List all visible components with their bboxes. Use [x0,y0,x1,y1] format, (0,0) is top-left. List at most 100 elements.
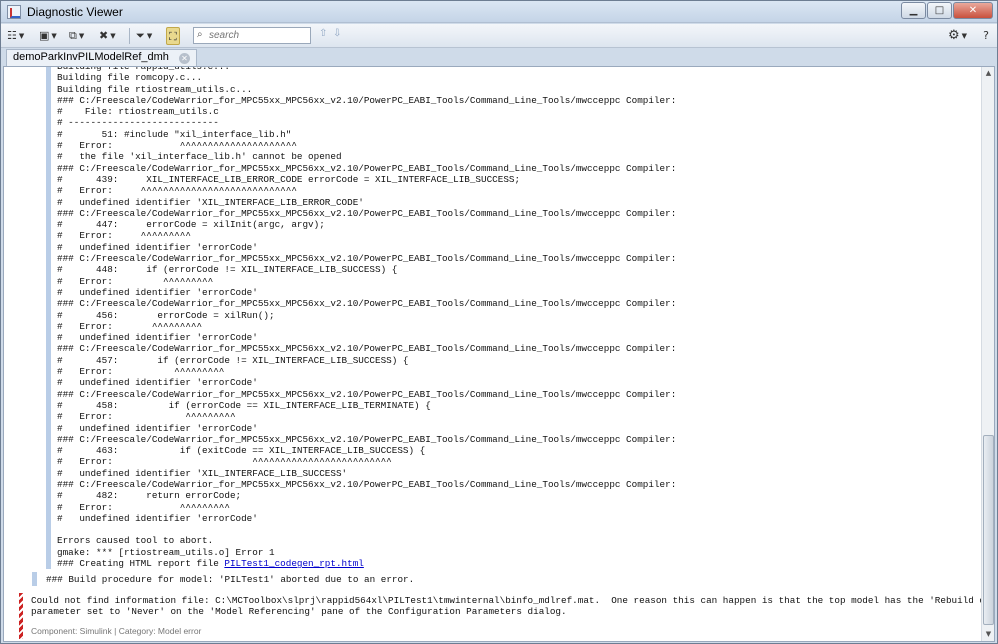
window-controls: ▁ □ ✕ [901,2,993,19]
save-button[interactable]: ▣ ▼ [39,27,57,45]
chevron-down-icon: ▼ [18,32,25,40]
log-line: ### C:/Freescale/CodeWarrior_for_MPC55xx… [57,388,677,400]
log-line: ### C:/Freescale/CodeWarrior_for_MPC55xx… [57,478,677,490]
log-line: # undefined identifier 'errorCode' [57,377,258,389]
previous-result-icon[interactable]: ⇧ [319,28,327,39]
save-icon: ▣ [39,29,50,42]
tab-bar: demoParkInvPILModelRef_dmh ✕ [1,49,997,66]
log-line: ### C:/Freescale/CodeWarrior_for_MPC55xx… [57,253,677,265]
log-line: # Error: ^^^^^^^^^ [57,501,230,513]
log-line: # Error: ^^^^^^^^^ [57,411,236,423]
chevron-down-icon: ▼ [51,32,57,40]
title-bar: Diagnostic Viewer ▁ □ ✕ [1,1,997,23]
log-line: # 463: if (exitCode == XIL_INTERFACE_LIB… [57,445,426,457]
log-line: # 448: if (errorCode != XIL_INTERFACE_LI… [57,264,398,276]
log-line: # Error: ^^^^^^^^^ [57,366,225,378]
log-line: # Error: ^^^^^^^^^^^^^^^^^^^^^ [57,140,297,152]
error-category: Component: Simulink | Category: Model er… [31,626,202,636]
help-button[interactable]: ? [983,27,989,45]
clear-icon: ✖ [99,29,109,42]
log-line: # Error: ^^^^^^^^^ [57,230,191,242]
search-input[interactable] [209,29,307,42]
close-tab-icon[interactable]: ✕ [178,53,190,64]
error-text: Could not find information file: C:\MCTo… [31,595,995,618]
log-line: # Error: ^^^^^^^^^ [57,275,214,287]
scroll-down-icon[interactable]: ▼ [983,629,994,640]
log-line: # 51: #include "xil_interface_lib.h" [57,128,292,140]
next-result-icon[interactable]: ⇩ [333,28,341,39]
chevron-down-icon: ▼ [78,32,85,40]
close-button[interactable]: ✕ [953,2,993,19]
log-line: Errors caused tool to abort. [57,535,214,547]
log-line: # undefined identifier 'XIL_INTERFACE_LI… [57,467,348,479]
log-line: # undefined identifier 'errorCode' [57,422,258,434]
view-options-button[interactable]: ☷ ▼ [7,27,24,45]
report-line: ### Creating HTML report file PILTest1_c… [57,558,977,569]
scrollbar-thumb[interactable] [983,435,994,625]
log-line: # Error: ^^^^^^^^^^^^^^^^^^^^^^^^^^^^ [57,185,297,197]
log-line: Building file romcopy.c... [57,72,203,84]
message-pane: Building file rappid_utils.c... Building … [3,66,995,642]
chevron-down-icon: ▼ [146,32,153,40]
log-line: # undefined identifier 'errorCode' [57,332,258,344]
log-line: # --------------------------- [57,117,219,129]
log-line: ### C:/Freescale/CodeWarrior_for_MPC55xx… [57,162,677,174]
gear-icon: ⚙ [947,28,960,43]
log-line: # the file 'xil_interface_lib.h' cannot … [57,151,342,163]
copy-button[interactable]: ⧉ ▼ [69,27,84,45]
log-line: # undefined identifier 'XIL_INTERFACE_LI… [57,196,364,208]
maximize-button[interactable]: □ [927,2,952,19]
build-log: Building file rappid_utils.c... Building … [57,67,977,569]
error-message: Could not find information file: C:\MCTo… [19,593,994,641]
log-line: Building file rtiostream_utils.c... [57,83,253,95]
hierarchy-icon: ⛶ [169,30,177,43]
chevron-down-icon: ▼ [961,32,967,40]
log-line: # Error: ^^^^^^^^^ [57,320,203,332]
chevron-down-icon: ▼ [110,32,116,40]
log-line: ### C:/Freescale/CodeWarrior_for_MPC55xx… [57,343,677,355]
log-line: ### C:/Freescale/CodeWarrior_for_MPC55xx… [57,298,677,310]
log-line: # 457: if (errorCode != XIL_INTERFACE_LI… [57,354,409,366]
report-line-prefix: ### Creating HTML report file [57,558,225,570]
build-status-message: ### Build procedure for model: 'PILTest1… [32,572,982,586]
log-line: # 482: return errorCode; [57,490,242,502]
log-line: gmake: *** [rtiostream_utils.o] Error 1 [57,546,275,558]
log-line: # 439: XIL_INTERFACE_LIB_ERROR_CODE erro… [57,173,521,185]
log-line: # File: rtiostream_utils.c [57,106,219,118]
log-line: # undefined identifier 'errorCode' [57,241,258,253]
build-log-block: Building file rappid_utils.c... Building … [46,67,984,569]
log-line: # undefined identifier 'errorCode' [57,286,258,298]
filter-icon: ⏷ [136,29,145,42]
diagnostic-viewer-window: Diagnostic Viewer ▁ □ ✕ ☷ ▼ ▣ ▼ ⧉ ▼ ✖ ▼ ⏷ ▼ ⛶… [0,0,998,644]
report-link[interactable]: PILTest1_codegen_rpt.html [224,558,363,569]
log-line: # 447: errorCode = xilInit(argc, argv); [57,219,325,231]
log-line: ### C:/Freescale/CodeWarrior_for_MPC55xx… [57,433,677,445]
log-line: # Error: ^^^^^^^^^^^^^^^^^^^^^^^^^ [57,456,392,468]
toolbar: ☷▼ ▣▼ ⧉▼ ✖▼ ⏷▼ ⛶ ⌕ ⇧ ⇩ ⚙▼ ? [1,24,997,48]
filter-button[interactable]: ⏷ ▼ [136,27,152,45]
log-line: ### C:/Freescale/CodeWarrior_for_MPC55xx… [57,94,677,106]
search-icon: ⌕ [197,29,203,40]
log-line: # undefined identifier 'errorCode' [57,512,258,524]
help-icon: ? [983,29,989,42]
minimize-button[interactable]: ▁ [901,2,926,19]
list-view-icon: ☷ [7,29,17,42]
window-title: Diagnostic Viewer [27,5,123,19]
tab-label: demoParkInvPILModelRef_dmh [13,51,169,63]
log-line: ### C:/Freescale/CodeWarrior_for_MPC55xx… [57,207,677,219]
vertical-scrollbar[interactable]: ▲ ▼ [981,67,994,641]
settings-button[interactable]: ⚙ ▼ [948,27,967,45]
tab-model[interactable]: demoParkInvPILModelRef_dmh ✕ [6,49,197,66]
copy-icon: ⧉ [69,29,77,42]
log-line: # 456: errorCode = xilRun(); [57,309,275,321]
group-toggle-button[interactable]: ⛶ [166,27,180,45]
search-box[interactable]: ⌕ [193,27,311,44]
build-status-text: ### Build procedure for model: 'PILTest1… [46,574,415,585]
toolbar-divider [129,28,130,44]
error-text-line: parameter set to 'Never' on the 'Model R… [31,606,567,618]
log-line: # 458: if (errorCode == XIL_INTERFACE_LI… [57,399,431,411]
error-text-line: Could not find information file: C:\MCTo… [31,595,995,606]
scroll-up-icon[interactable]: ▲ [983,68,994,79]
clear-button[interactable]: ✖ ▼ [99,27,116,45]
